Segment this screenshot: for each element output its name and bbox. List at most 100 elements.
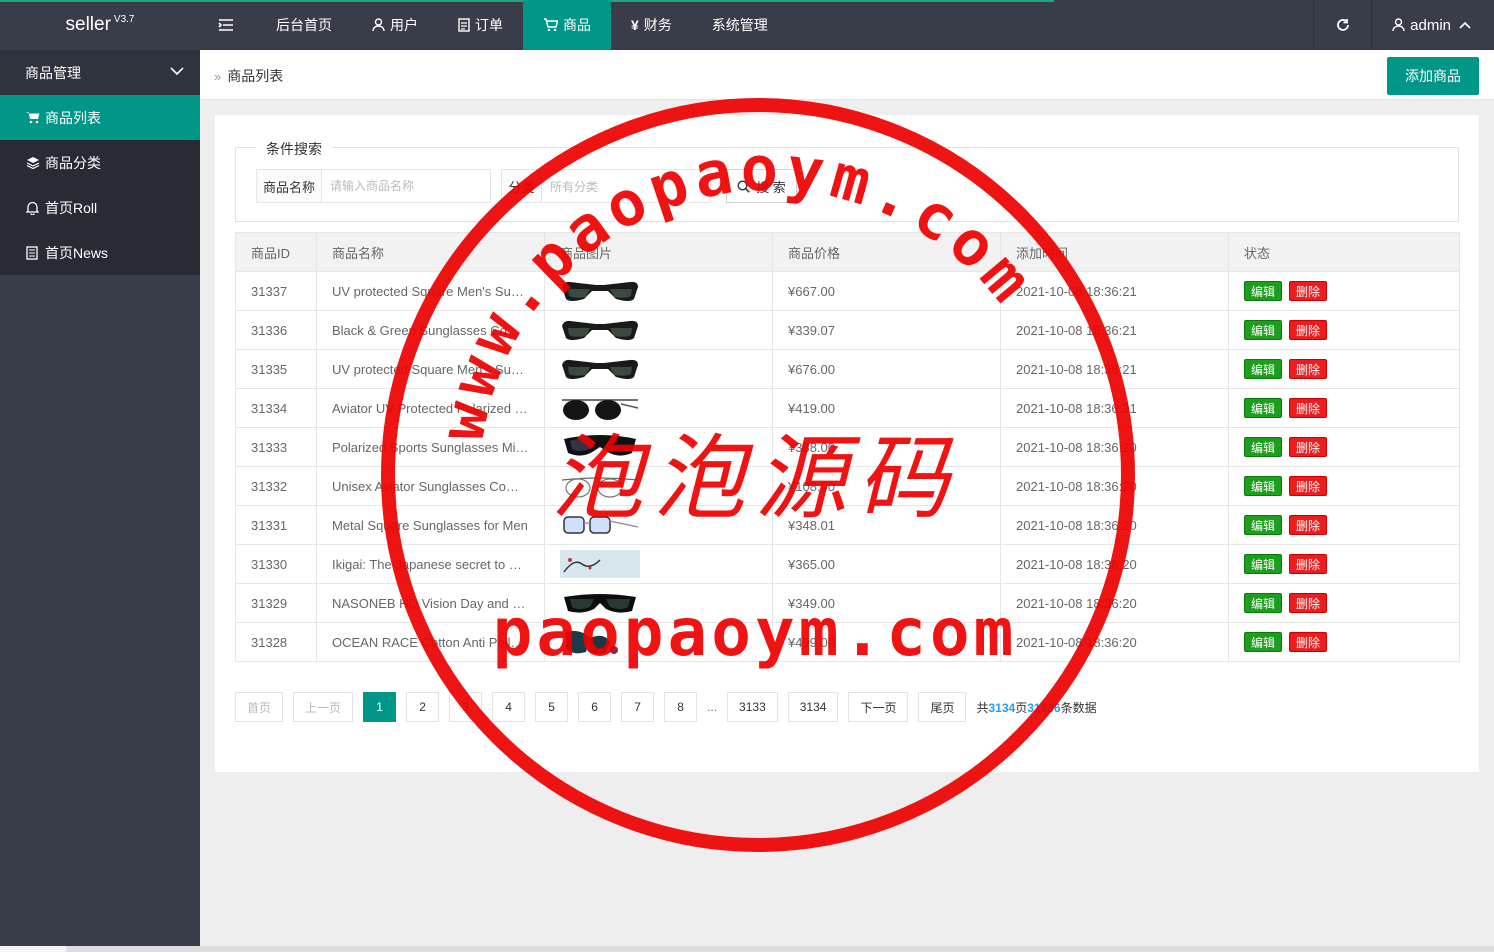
product-image[interactable] xyxy=(544,505,773,545)
last-page-button[interactable]: 尾页 xyxy=(918,692,967,722)
product-name: Aviator UV Protected Polarized Sunglasse… xyxy=(316,388,545,428)
chevron-up-icon xyxy=(1459,21,1471,29)
product-image[interactable] xyxy=(544,622,773,662)
sidebar-item-home-news[interactable]: 首页News xyxy=(0,230,200,275)
delete-button[interactable]: 删除 xyxy=(1289,476,1328,496)
nav-products[interactable]: 商品 xyxy=(523,0,611,50)
page-button[interactable]: 1 xyxy=(363,692,397,722)
delete-button[interactable]: 删除 xyxy=(1289,398,1328,418)
product-name-input[interactable] xyxy=(322,170,490,202)
product-name: Unisex Aviator Sunglasses Combo xyxy=(316,466,545,506)
nav-system-label: 系统管理 xyxy=(711,17,768,33)
page-button[interactable]: 8 xyxy=(664,692,698,722)
sidebar-item-home-roll[interactable]: 首页Roll xyxy=(0,185,200,230)
delete-button[interactable]: 删除 xyxy=(1289,320,1328,340)
edit-button[interactable]: 编辑 xyxy=(1244,515,1283,535)
page-button[interactable]: 3 xyxy=(449,692,483,722)
sidebar-group-products[interactable]: 商品管理 xyxy=(0,50,200,95)
pagination: 首页 上一页 1 2 3 4 5 6 7 8 ... 3133 3134 下一页… xyxy=(235,692,1097,722)
breadcrumb-current[interactable]: 商品列表 xyxy=(227,66,283,86)
breadcrumb: » 商品列表 xyxy=(214,66,283,86)
product-image[interactable] xyxy=(544,544,773,584)
next-page-button[interactable]: 下一页 xyxy=(848,692,909,722)
nav-orders-label: 订单 xyxy=(475,17,503,33)
product-image[interactable] xyxy=(544,466,773,506)
product-image[interactable] xyxy=(544,349,773,389)
page-button[interactable]: 6 xyxy=(578,692,612,722)
menu-toggle-button[interactable] xyxy=(200,0,256,50)
delete-button[interactable]: 删除 xyxy=(1289,281,1328,301)
product-id: 31335 xyxy=(235,349,317,389)
table-row: 31329 NASONEB HD Vision Day and Night ¥349… xyxy=(235,583,1460,623)
product-image[interactable] xyxy=(544,310,773,350)
column-header-price: 商品价格 xyxy=(772,232,1001,272)
horizontal-scrollbar[interactable] xyxy=(0,946,1494,952)
edit-button[interactable]: 编辑 xyxy=(1244,437,1283,457)
row-actions: 编辑 删除 xyxy=(1228,544,1460,584)
product-added-time: 2021-10-08 18:36:20 xyxy=(1000,622,1229,662)
product-image[interactable] xyxy=(544,271,773,311)
menu-toggle-icon xyxy=(217,19,233,31)
search-button[interactable]: 搜 索 xyxy=(726,169,797,203)
delete-button[interactable]: 删除 xyxy=(1289,437,1328,457)
nav-finance-label: 财务 xyxy=(643,17,672,33)
scrollbar-thumb[interactable] xyxy=(0,946,66,952)
category-search-group: 分类 所有分类 xyxy=(501,169,711,203)
product-name: Metal Square Sunglasses for Men xyxy=(316,505,545,545)
product-price: ¥499.00 xyxy=(772,622,1001,662)
sidebar: 商品管理 商品列表 商品分类 首页Roll 首页News xyxy=(0,50,200,952)
edit-button[interactable]: 编辑 xyxy=(1244,632,1283,652)
sidebar-item-product-category[interactable]: 商品分类 xyxy=(0,140,200,185)
product-added-time: 2021-10-08 18:36:20 xyxy=(1000,505,1229,545)
product-image[interactable] xyxy=(544,388,773,428)
edit-button[interactable]: 编辑 xyxy=(1244,359,1283,379)
sidebar-item-product-list[interactable]: 商品列表 xyxy=(0,95,200,140)
sidebar-submenu: 商品列表 商品分类 首页Roll 首页News xyxy=(0,95,200,275)
product-table: 商品ID 商品名称 商品图片 商品价格 添加时间 状态 31337 UV prot… xyxy=(235,232,1460,662)
page-button[interactable]: 3133 xyxy=(727,692,778,722)
edit-button[interactable]: 编辑 xyxy=(1244,320,1283,340)
page-button[interactable]: 5 xyxy=(535,692,569,722)
refresh-button[interactable] xyxy=(1313,0,1371,50)
delete-button[interactable]: 删除 xyxy=(1289,554,1328,574)
sidebar-item-label: 首页News xyxy=(45,244,109,261)
product-image[interactable] xyxy=(544,427,773,467)
nav-system[interactable]: 系统管理 xyxy=(692,0,788,50)
category-select[interactable]: 所有分类 xyxy=(542,170,710,202)
product-id: 31334 xyxy=(235,388,317,428)
page-button[interactable]: 2 xyxy=(406,692,440,722)
page-button[interactable]: 7 xyxy=(621,692,655,722)
edit-button[interactable]: 编辑 xyxy=(1244,593,1283,613)
edit-button[interactable]: 编辑 xyxy=(1244,554,1283,574)
edit-button[interactable]: 编辑 xyxy=(1244,398,1283,418)
prev-page-button[interactable]: 上一页 xyxy=(293,692,354,722)
page-button[interactable]: 4 xyxy=(492,692,526,722)
column-header-time: 添加时间 xyxy=(1000,232,1229,272)
edit-button[interactable]: 编辑 xyxy=(1244,281,1283,301)
sidebar-group-label: 商品管理 xyxy=(25,64,81,81)
delete-button[interactable]: 删除 xyxy=(1289,515,1328,535)
product-id: 31331 xyxy=(235,505,317,545)
product-name: OCEAN RACE Cotton Anti Pollution xyxy=(316,622,545,662)
app-logo[interactable]: seller V3.7 xyxy=(0,0,200,50)
add-product-button[interactable]: 添加商品 xyxy=(1387,57,1479,95)
delete-button[interactable]: 删除 xyxy=(1289,359,1328,379)
pagination-ellipsis: ... xyxy=(707,700,718,714)
product-price: ¥388.00 xyxy=(772,427,1001,467)
content-card: 条件搜索 商品名称 分类 所有分类 搜 索 商品ID 商品名称 商品图片 商品价… xyxy=(215,115,1479,772)
first-page-button[interactable]: 首页 xyxy=(235,692,284,722)
total-mid: 页 xyxy=(1015,700,1028,715)
delete-button[interactable]: 删除 xyxy=(1289,593,1328,613)
document-icon xyxy=(458,18,470,32)
product-name: Black & Green Sunglasses Combo xyxy=(316,310,545,350)
product-image[interactable] xyxy=(544,583,773,623)
user-menu[interactable]: admin xyxy=(1371,0,1494,50)
page-button[interactable]: 3134 xyxy=(787,692,839,722)
nav-orders[interactable]: 订单 xyxy=(438,0,523,50)
edit-button[interactable]: 编辑 xyxy=(1244,476,1283,496)
nav-users[interactable]: 用户 xyxy=(352,0,438,50)
nav-dashboard[interactable]: 后台首页 xyxy=(256,0,352,50)
nav-finance[interactable]: ¥ 财务 xyxy=(611,0,692,50)
delete-button[interactable]: 删除 xyxy=(1289,632,1328,652)
pagination-total: 共3134页31336条数据 xyxy=(976,699,1096,716)
